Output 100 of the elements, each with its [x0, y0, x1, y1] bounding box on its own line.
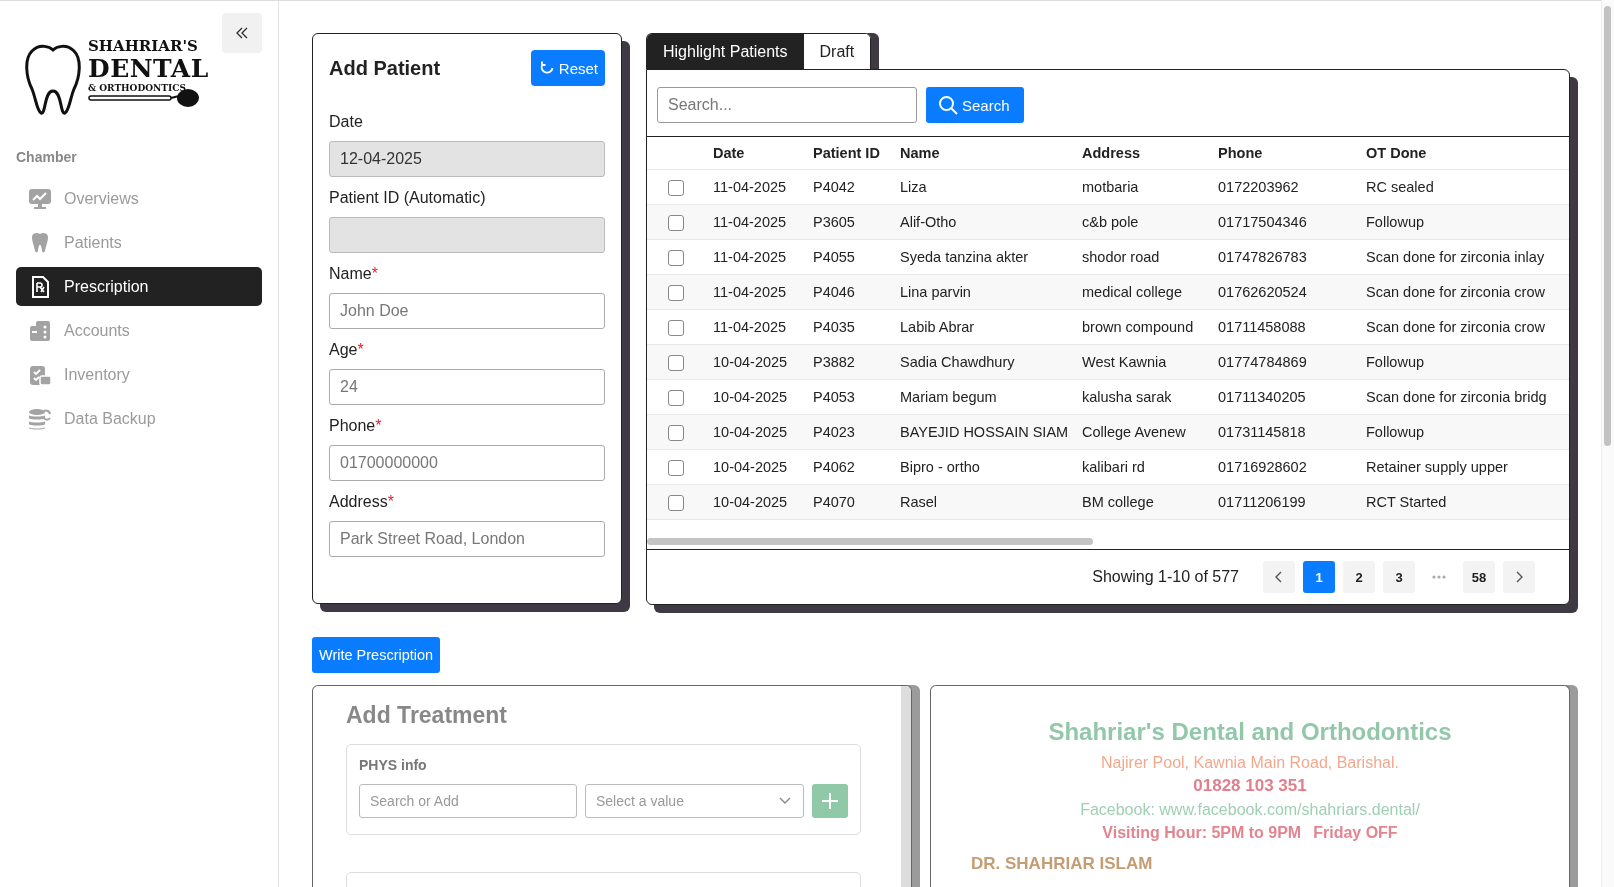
- table-cell: RC sealed: [1366, 179, 1434, 195]
- input-field[interactable]: Park Street Road, London: [329, 521, 605, 557]
- field-label: Date: [329, 113, 364, 131]
- table-cell: Retainer supply upper: [1366, 459, 1508, 475]
- table-cell: P4070: [813, 494, 855, 510]
- table-cell: Scan done for zirconia crow: [1366, 319, 1545, 335]
- table-cell: P4023: [813, 424, 855, 440]
- table-cell: 11-04-2025: [713, 214, 787, 230]
- search-icon: [938, 95, 958, 115]
- checkbox[interactable]: [668, 249, 684, 266]
- column-header: Address: [1082, 137, 1218, 170]
- form-title: Add Patient: [329, 56, 441, 80]
- table-cell: 01717504346: [1218, 214, 1307, 230]
- search-button[interactable]: Search: [926, 87, 1024, 123]
- page-button[interactable]: 2: [1343, 561, 1375, 593]
- table-cell: Alif-Otho: [900, 214, 957, 230]
- field-label: Name*: [329, 265, 379, 283]
- table-cell: Scan done for zirconia bridg: [1366, 389, 1547, 405]
- field-label: Phone*: [329, 417, 383, 435]
- page-button[interactable]: 3: [1383, 561, 1415, 593]
- table-cell: 10-04-2025: [713, 424, 788, 440]
- checkbox[interactable]: [668, 214, 684, 231]
- field-label: Patient ID (Automatic): [329, 189, 487, 207]
- clinic-address: Najirer Pool, Kawnia Main Road, Barishal.: [1100, 754, 1400, 772]
- table-cell: P3605: [813, 214, 855, 230]
- write-prescription-button[interactable]: Write Prescription: [312, 637, 441, 673]
- logo-text: SHAHRIAR'S: [88, 39, 199, 54]
- table-cell: 0172203962: [1218, 179, 1299, 195]
- table-cell: 01716928602: [1218, 459, 1307, 475]
- checkbox[interactable]: [668, 459, 684, 476]
- table-cell: brown compound: [1082, 319, 1194, 335]
- table-cell: 10-04-2025: [713, 494, 788, 510]
- nav-item[interactable]: Prescription: [16, 267, 262, 306]
- ledger-icon: [28, 318, 52, 343]
- table-cell: Sadia Chawdhury: [900, 354, 1015, 370]
- pagination-summary: Showing 1-10 of 577: [1092, 568, 1239, 586]
- nav-item[interactable]: Inventory: [16, 355, 262, 394]
- scrollbar-thumb[interactable]: [1604, 6, 1611, 446]
- search-field[interactable]: Search or Add: [359, 784, 577, 818]
- checkbox[interactable]: [668, 284, 684, 301]
- table-cell: Rasel: [900, 494, 938, 510]
- nav-item[interactable]: Overviews: [16, 179, 262, 218]
- section-heading: Chamber: [16, 149, 78, 165]
- checkbox[interactable]: [668, 179, 684, 196]
- page-button[interactable]: 1: [1303, 561, 1335, 593]
- table-cell: Scan done for zirconia inlay: [1366, 249, 1545, 265]
- table-cell: 10-04-2025: [713, 459, 788, 475]
- page-button[interactable]: 58: [1463, 561, 1495, 593]
- table-cell: Mariam begum: [900, 389, 997, 405]
- input-field[interactable]: 01700000000: [329, 445, 605, 481]
- column-header: Name: [900, 137, 1082, 170]
- table-cell: RCT Started: [1366, 494, 1447, 510]
- checkbox[interactable]: [668, 494, 684, 511]
- off-day: Friday OFF: [1313, 824, 1398, 842]
- table-cell: 01762620524: [1218, 284, 1307, 300]
- table-cell: P4046: [813, 284, 855, 300]
- checkbox[interactable]: [668, 424, 684, 441]
- chevron-icon: [1274, 571, 1284, 583]
- search-field[interactable]: Search...: [657, 87, 917, 123]
- section-title: Add Treatment: [346, 702, 509, 729]
- table-cell: BAYEJID HOSSAIN SIAM: [900, 424, 1069, 440]
- checkbox[interactable]: [668, 389, 684, 406]
- table-cell: 11-04-2025: [713, 319, 787, 335]
- table-cell: Lina parvin: [900, 284, 971, 300]
- add-button[interactable]: [812, 784, 848, 818]
- table-cell: Followup: [1366, 214, 1425, 230]
- collapse-button[interactable]: [222, 13, 262, 53]
- clinic-name: Shahriar's Dental and Orthodontics: [1047, 718, 1453, 746]
- chevron-down-icon: [779, 797, 791, 805]
- nav-item[interactable]: Patients: [16, 223, 262, 262]
- table-cell: Bipro - ortho: [900, 459, 980, 475]
- table-cell: Scan done for zirconia crow: [1366, 284, 1545, 300]
- logo-text: DENTAL: [88, 56, 209, 81]
- nav-item[interactable]: Accounts: [16, 311, 262, 350]
- select-field[interactable]: Select a value: [585, 784, 804, 818]
- tab[interactable]: Highlight Patients: [647, 34, 804, 69]
- plus-icon: [821, 792, 839, 810]
- table-cell: kalibari rd: [1082, 459, 1145, 475]
- refresh-icon: [538, 60, 555, 76]
- column-header: Date: [713, 137, 813, 170]
- checkbox[interactable]: [668, 354, 684, 371]
- previous-page-button[interactable]: [1263, 561, 1295, 593]
- nav-item[interactable]: Data Backup: [16, 399, 262, 438]
- table-cell: 11-04-2025: [713, 249, 787, 265]
- checkbox[interactable]: [668, 319, 684, 336]
- table-cell: 11-04-2025: [713, 179, 787, 195]
- table-cell: 01711206199: [1218, 494, 1306, 510]
- input-field[interactable]: 24: [329, 369, 605, 405]
- table-cell: P3882: [813, 354, 855, 370]
- table-cell: P4042: [813, 179, 855, 195]
- doctor-name: DR. SHAHRIAR ISLAM: [971, 854, 1154, 874]
- table-cell: West Kawnia: [1082, 354, 1167, 370]
- scrollbar-thumb[interactable]: [647, 538, 1093, 545]
- next-page-button[interactable]: [1503, 561, 1535, 593]
- double-chevron-icon: [235, 26, 249, 40]
- reset-button[interactable]: Reset: [530, 50, 605, 86]
- table-cell: 01711458088: [1218, 319, 1306, 335]
- table-cell: 01731145818: [1218, 424, 1306, 440]
- database-icon: [28, 406, 52, 431]
- input-field[interactable]: John Doe: [329, 293, 605, 329]
